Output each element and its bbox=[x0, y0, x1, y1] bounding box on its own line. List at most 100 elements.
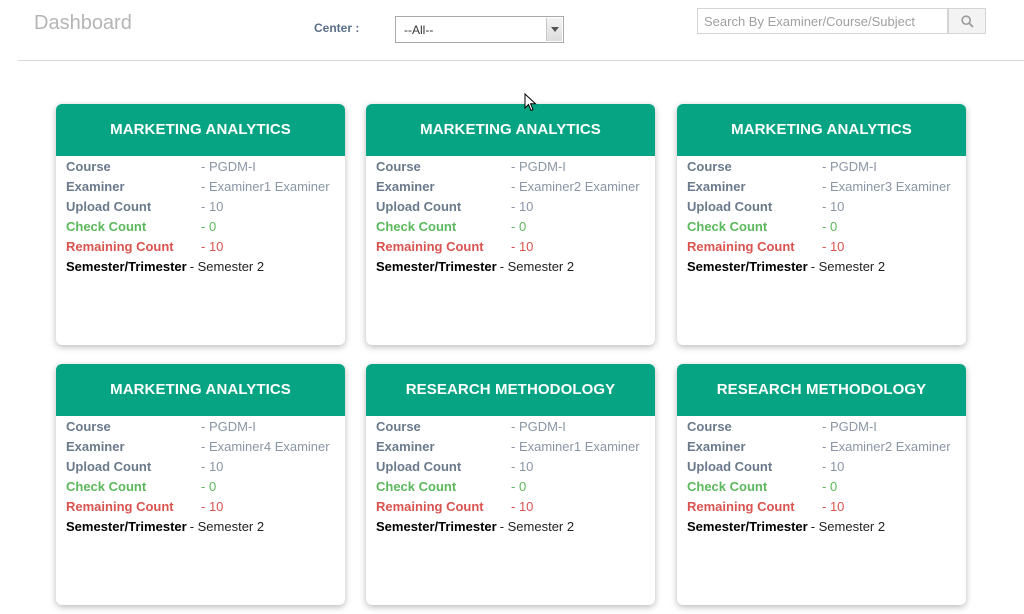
remaining-label: Remaining Count bbox=[376, 499, 484, 514]
card-row-examiner: Examiner - Examiner4 Examiner bbox=[66, 439, 345, 459]
card-title: MARKETING ANALYTICS bbox=[56, 364, 345, 416]
card-body: Course - PGDM-I Examiner - Examiner2 Examin… bbox=[366, 156, 655, 279]
subject-card[interactable]: MARKETING ANALYTICS Course - PGDM-I Examine… bbox=[366, 104, 655, 345]
examiner-label: Examiner bbox=[687, 179, 746, 194]
card-row-remaining: Remaining Count - 10 bbox=[376, 239, 655, 259]
check-label: Check Count bbox=[66, 219, 147, 234]
subject-card[interactable]: RESEARCH METHODOLOGY Course - PGDM-I Examin… bbox=[366, 364, 655, 605]
examiner-value: - Examiner2 Examiner bbox=[822, 439, 951, 454]
semester-value: - Semester 2 bbox=[189, 519, 265, 534]
check-label: Check Count bbox=[687, 219, 768, 234]
card-row-course: Course - PGDM-I bbox=[66, 419, 345, 439]
card-row-upload: Upload Count - 10 bbox=[376, 459, 655, 479]
remaining-value: - 10 bbox=[511, 239, 534, 254]
semester-label: Semester/Trimester bbox=[687, 259, 808, 274]
semester-value: - Semester 2 bbox=[810, 519, 886, 534]
check-value: - 0 bbox=[201, 219, 217, 234]
check-label: Check Count bbox=[687, 479, 768, 494]
remaining-label: Remaining Count bbox=[687, 499, 795, 514]
card-row-course: Course - PGDM-I bbox=[687, 159, 966, 179]
card-row-course: Course - PGDM-I bbox=[687, 419, 966, 439]
card-row-check: Check Count - 0 bbox=[687, 219, 966, 239]
remaining-value: - 10 bbox=[201, 499, 224, 514]
upload-value: - 10 bbox=[822, 459, 845, 474]
subject-card[interactable]: RESEARCH METHODOLOGY Course - PGDM-I Examin… bbox=[677, 364, 966, 605]
upload-label: Upload Count bbox=[376, 459, 462, 474]
search-button[interactable] bbox=[948, 8, 986, 34]
upload-label: Upload Count bbox=[376, 199, 462, 214]
center-select-value: --All-- bbox=[404, 23, 434, 37]
page-title: Dashboard bbox=[34, 12, 132, 34]
card-row-upload: Upload Count - 10 bbox=[687, 459, 966, 479]
check-value: - 0 bbox=[511, 219, 527, 234]
semester-value: - Semester 2 bbox=[189, 259, 265, 274]
check-label: Check Count bbox=[376, 479, 457, 494]
remaining-value: - 10 bbox=[511, 499, 534, 514]
card-row-examiner: Examiner - Examiner3 Examiner bbox=[687, 179, 966, 199]
course-value: - PGDM-I bbox=[511, 419, 566, 434]
remaining-label: Remaining Count bbox=[376, 239, 484, 254]
search-input[interactable] bbox=[697, 8, 948, 34]
mouse-cursor-icon bbox=[524, 93, 537, 112]
chevron-down-icon[interactable] bbox=[546, 18, 562, 41]
card-row-check: Check Count - 0 bbox=[376, 479, 655, 499]
card-title: MARKETING ANALYTICS bbox=[366, 104, 655, 156]
course-label: Course bbox=[66, 159, 111, 174]
semester-label: Semester/Trimester bbox=[376, 519, 497, 534]
course-value: - PGDM-I bbox=[201, 159, 256, 174]
upload-value: - 10 bbox=[201, 199, 224, 214]
subject-card[interactable]: MARKETING ANALYTICS Course - PGDM-I Examine… bbox=[56, 364, 345, 605]
check-label: Check Count bbox=[66, 479, 147, 494]
card-body: Course - PGDM-I Examiner - Examiner1 Examin… bbox=[366, 416, 655, 539]
card-row-remaining: Remaining Count - 10 bbox=[687, 239, 966, 259]
subject-card[interactable]: MARKETING ANALYTICS Course - PGDM-I Examine… bbox=[677, 104, 966, 345]
semester-value: - Semester 2 bbox=[499, 519, 575, 534]
remaining-value: - 10 bbox=[201, 239, 224, 254]
card-row-check: Check Count - 0 bbox=[66, 219, 345, 239]
check-value: - 0 bbox=[201, 479, 217, 494]
remaining-label: Remaining Count bbox=[66, 499, 174, 514]
examiner-value: - Examiner4 Examiner bbox=[201, 439, 330, 454]
card-row-examiner: Examiner - Examiner2 Examiner bbox=[376, 179, 655, 199]
examiner-label: Examiner bbox=[687, 439, 746, 454]
header-divider bbox=[18, 60, 1024, 61]
upload-label: Upload Count bbox=[66, 199, 152, 214]
upload-value: - 10 bbox=[511, 199, 534, 214]
card-row-upload: Upload Count - 10 bbox=[66, 459, 345, 479]
card-row-examiner: Examiner - Examiner1 Examiner bbox=[66, 179, 345, 199]
semester-label: Semester/Trimester bbox=[687, 519, 808, 534]
semester-label: Semester/Trimester bbox=[376, 259, 497, 274]
subject-card[interactable]: MARKETING ANALYTICS Course - PGDM-I Examine… bbox=[56, 104, 345, 345]
card-row-examiner: Examiner - Examiner2 Examiner bbox=[687, 439, 966, 459]
card-row-course: Course - PGDM-I bbox=[376, 419, 655, 439]
remaining-label: Remaining Count bbox=[66, 239, 174, 254]
card-row-remaining: Remaining Count - 10 bbox=[66, 239, 345, 259]
card-row-semester: Semester/Trimester - Semester 2 bbox=[66, 519, 345, 539]
check-value: - 0 bbox=[822, 479, 838, 494]
check-value: - 0 bbox=[511, 479, 527, 494]
course-label: Course bbox=[687, 159, 732, 174]
examiner-value: - Examiner1 Examiner bbox=[511, 439, 640, 454]
card-row-course: Course - PGDM-I bbox=[376, 159, 655, 179]
upload-label: Upload Count bbox=[687, 199, 773, 214]
semester-label: Semester/Trimester bbox=[66, 519, 187, 534]
card-row-examiner: Examiner - Examiner1 Examiner bbox=[376, 439, 655, 459]
card-row-remaining: Remaining Count - 10 bbox=[376, 499, 655, 519]
card-row-upload: Upload Count - 10 bbox=[687, 199, 966, 219]
card-row-check: Check Count - 0 bbox=[66, 479, 345, 499]
course-label: Course bbox=[687, 419, 732, 434]
upload-value: - 10 bbox=[822, 199, 845, 214]
examiner-value: - Examiner2 Examiner bbox=[511, 179, 640, 194]
examiner-label: Examiner bbox=[376, 439, 435, 454]
card-title: RESEARCH METHODOLOGY bbox=[366, 364, 655, 416]
card-row-course: Course - PGDM-I bbox=[66, 159, 345, 179]
semester-value: - Semester 2 bbox=[499, 259, 575, 274]
examiner-label: Examiner bbox=[66, 439, 125, 454]
check-label: Check Count bbox=[376, 219, 457, 234]
upload-value: - 10 bbox=[201, 459, 224, 474]
card-body: Course - PGDM-I Examiner - Examiner3 Examin… bbox=[677, 156, 966, 279]
card-row-semester: Semester/Trimester - Semester 2 bbox=[376, 519, 655, 539]
card-title: MARKETING ANALYTICS bbox=[56, 104, 345, 156]
center-select[interactable]: --All-- bbox=[395, 16, 564, 43]
card-row-check: Check Count - 0 bbox=[376, 219, 655, 239]
